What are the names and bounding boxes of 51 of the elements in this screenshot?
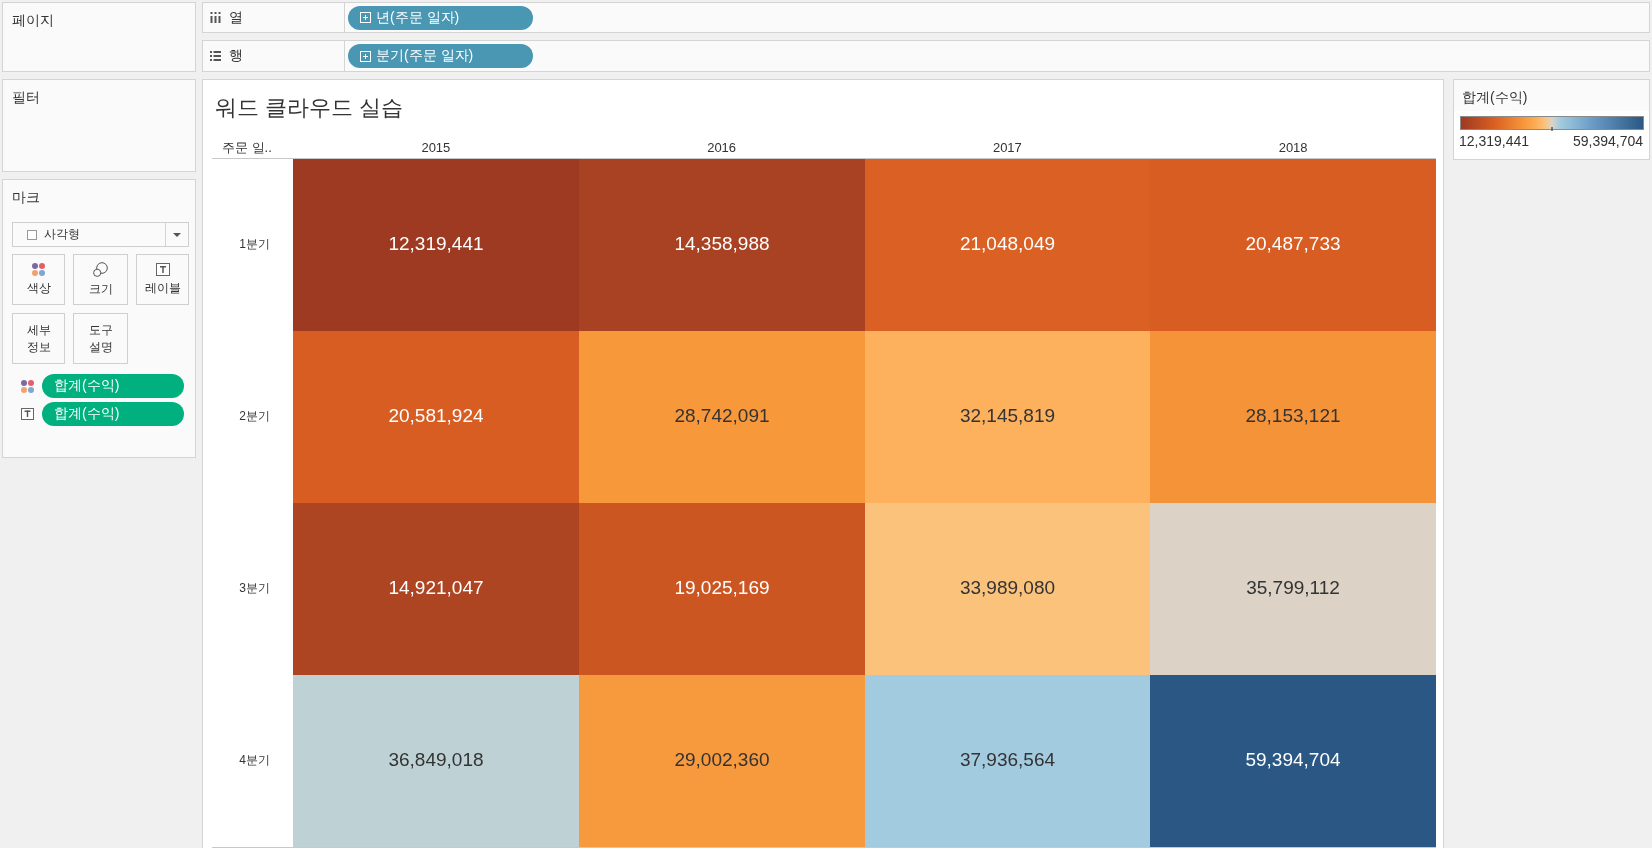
row-field-header: 주문 일.. (222, 140, 272, 156)
cell-value-label: 36,849,018 (388, 749, 484, 770)
mark-card-button[interactable]: 세부 정보 (12, 313, 65, 364)
year-header: 2017 (992, 140, 1022, 156)
cell-value-label: 12,319,441 (388, 233, 484, 254)
quarter-header: 2분기 (239, 409, 270, 424)
cell-value-label: 14,921,047 (388, 577, 484, 598)
text-box-icon (21, 408, 34, 420)
quarter-header: 1분기 (239, 237, 270, 252)
legend-min-label: 12,319,441 (1459, 133, 1530, 149)
shelf-label: 행 (229, 47, 243, 65)
expand-icon (360, 50, 371, 62)
panel-title: 페이지 (12, 12, 54, 28)
year-header: 2018 (1278, 140, 1308, 156)
mark-card-button[interactable]: 레이블 (136, 254, 189, 305)
panel-title: 필터 (12, 89, 40, 105)
cell-value-label: 37,936,564 (959, 749, 1056, 770)
circles-icon (93, 261, 108, 277)
cell-value-label: 59,394,704 (1245, 749, 1341, 770)
cell-value-label: 14,358,988 (674, 233, 770, 254)
cell-value-label: 21,048,049 (959, 233, 1056, 254)
legend-title: 합계(수익) (1462, 89, 1528, 105)
legend-max-label: 59,394,704 (1572, 133, 1643, 149)
cell-value-label: 35,799,112 (1246, 577, 1340, 598)
list-icon (210, 51, 221, 61)
panel-title: 마크 (12, 189, 40, 205)
cell-value-label: 28,742,091 (674, 405, 770, 426)
cell-value-label: 33,989,080 (959, 577, 1056, 598)
caret-icon (173, 232, 181, 237)
quarter-header: 4분기 (239, 753, 270, 768)
text-box-icon (155, 262, 170, 276)
shelf-label: 열 (229, 8, 243, 27)
cell-value-label: 29,002,360 (674, 749, 770, 770)
mark-card-button[interactable]: 크기 (73, 254, 128, 305)
sheet-title: 워드 클라우드 실습 (215, 94, 405, 122)
mark-type-dropdown[interactable]: 사각형 (12, 222, 189, 247)
mark-card-button[interactable]: 도구 설명 (73, 313, 128, 364)
cell-value-label: 20,487,733 (1245, 233, 1341, 254)
year-header: 2016 (707, 140, 737, 156)
year-header: 2015 (421, 140, 451, 156)
cell-value-label: 19,025,169 (674, 577, 770, 598)
cell-value-label: 20,581,924 (388, 405, 484, 426)
square-icon (27, 229, 37, 240)
color-dots-icon (32, 262, 45, 276)
columns-icon (210, 12, 221, 23)
mark-card-button[interactable]: 색상 (12, 254, 65, 305)
cell-value-label: 28,153,121 (1245, 405, 1341, 426)
cell-value-label: 32,145,819 (959, 405, 1056, 426)
color-dots-icon (21, 379, 34, 393)
quarter-header: 3분기 (239, 581, 270, 596)
expand-icon (360, 12, 371, 23)
